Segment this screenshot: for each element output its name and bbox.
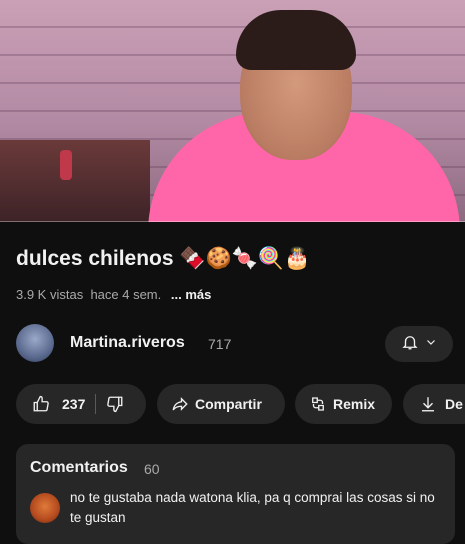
share-label: Compartir	[195, 396, 262, 412]
channel-name[interactable]: Martina.riveros	[70, 334, 185, 352]
thumbs-down-icon[interactable]	[106, 395, 124, 413]
remix-icon	[309, 395, 327, 413]
download-button[interactable]: De	[403, 384, 465, 424]
video-player[interactable]	[0, 0, 465, 222]
like-dislike-pill: 237	[16, 384, 146, 424]
video-furniture	[0, 140, 150, 222]
thumbs-up-icon[interactable]	[32, 395, 50, 413]
view-count: 3.9 K vistas	[16, 287, 84, 302]
commenter-avatar	[30, 493, 60, 523]
video-title: dulces chilenos 🍫🍪🍬🍭🎂	[16, 247, 311, 270]
upload-date: hace 4 sem.	[90, 287, 162, 302]
remix-label: Remix	[333, 396, 376, 412]
share-icon	[171, 395, 189, 413]
top-comment-text: no te gustaba nada watona klia, pa q com…	[70, 490, 435, 525]
channel-row[interactable]: Martina.riveros 717	[16, 324, 453, 364]
like-divider	[95, 394, 97, 414]
video-person-hair	[236, 10, 356, 70]
download-label: De	[445, 396, 463, 412]
channel-avatar[interactable]	[16, 324, 54, 362]
action-bar: 237 Compartir Remix De	[16, 384, 465, 424]
remix-button[interactable]: Remix	[295, 384, 392, 424]
video-lamp	[60, 150, 72, 180]
video-progress-bar[interactable]	[0, 221, 465, 222]
notifications-button[interactable]	[385, 326, 453, 362]
like-count[interactable]: 237	[62, 396, 85, 412]
video-meta[interactable]: 3.9 K vistas hace 4 sem. ... más	[16, 287, 211, 302]
comments-heading: Comentarios	[30, 459, 128, 476]
more-button[interactable]: ... más	[171, 287, 211, 302]
comments-count: 60	[144, 461, 160, 477]
bell-icon	[401, 333, 419, 356]
download-icon	[419, 395, 437, 413]
share-button[interactable]: Compartir	[157, 384, 285, 424]
subscriber-count: 717	[208, 336, 232, 352]
comments-panel[interactable]: Comentarios 60 no te gustaba nada watona…	[16, 444, 455, 544]
chevron-down-icon	[425, 335, 437, 353]
